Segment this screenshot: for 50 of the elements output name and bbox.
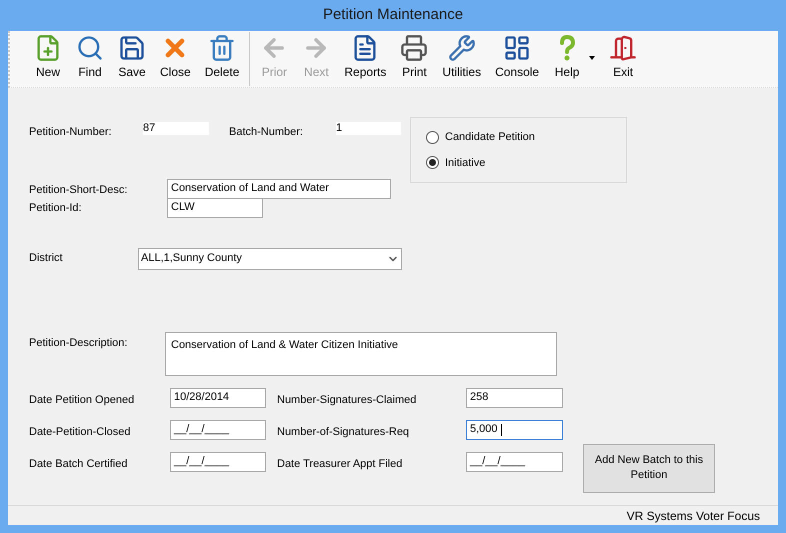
wrench-icon xyxy=(448,34,476,62)
toolbar-button[interactable]: Reports xyxy=(338,32,392,86)
batch-number-field[interactable]: 1 xyxy=(336,122,401,135)
field-label: Number-of-Signatures-Req xyxy=(277,424,410,440)
door-icon xyxy=(609,34,638,62)
field-label: District xyxy=(29,251,64,266)
radio-option[interactable]: Candidate Petition xyxy=(426,129,535,146)
dashboard-icon xyxy=(503,34,532,62)
field-label: Date-Petition-Closed xyxy=(29,424,132,440)
district-dropdown[interactable]: ALL,1,Sunny County xyxy=(138,248,402,270)
field-label: Batch-Number: xyxy=(229,125,304,140)
window-title: Petition Maintenance xyxy=(322,5,464,26)
status-bar: VR Systems Voter Focus xyxy=(8,505,778,525)
toolbar-button[interactable]: Delete xyxy=(198,32,246,86)
radio-option[interactable]: Initiative xyxy=(426,154,486,171)
input-field[interactable]: 5,000 xyxy=(466,420,563,440)
field-label: Petition-Description: xyxy=(29,336,128,350)
search-icon xyxy=(76,34,104,62)
input-field[interactable]: Conservation of Land and Water xyxy=(167,178,391,198)
printer-icon xyxy=(400,34,428,62)
petition-number-field[interactable]: 87 xyxy=(143,122,209,135)
description-field[interactable]: Conservation of Land & Water Citizen Initiative xyxy=(165,332,557,376)
field-label: Date Batch Certified xyxy=(29,456,128,472)
toolbar-button[interactable]: Utilities xyxy=(436,32,488,86)
toolbar-button[interactable]: Exit xyxy=(603,32,644,86)
toolbar-button[interactable]: Console xyxy=(489,32,546,86)
field-label: Petition-Short-Desc: xyxy=(29,182,128,198)
toolbar-button[interactable]: Close xyxy=(154,32,197,86)
add-batch-button[interactable]: Add New Batch to this Petition xyxy=(583,444,715,492)
toolbar-button[interactable]: Print xyxy=(394,32,434,86)
input-field[interactable]: 10/28/2014 xyxy=(170,388,266,408)
input-field[interactable]: __/__/____ xyxy=(170,452,266,472)
input-field[interactable]: CLW xyxy=(167,198,263,218)
trash-icon xyxy=(208,34,236,62)
input-field[interactable]: __/__/____ xyxy=(466,452,563,472)
field-label: Number-Signatures-Claimed xyxy=(277,392,418,408)
field-label: Petition-Number: xyxy=(29,125,113,140)
toolbar-button[interactable]: Save xyxy=(112,32,152,86)
radio-button[interactable] xyxy=(426,156,439,170)
field-label: Date Petition Opened xyxy=(29,392,136,408)
text-cursor xyxy=(500,424,502,436)
input-field[interactable]: __/__/____ xyxy=(170,420,266,440)
toolbar-button[interactable]: Help xyxy=(547,32,602,86)
input-field[interactable]: 258 xyxy=(466,388,563,408)
field-label: Petition-Id: xyxy=(29,200,83,216)
field-label: Date Treasurer Appt Filed xyxy=(277,456,404,472)
toolbar-button[interactable]: Find xyxy=(70,32,110,86)
radio-button[interactable] xyxy=(426,130,439,144)
dropdown-arrow-icon xyxy=(589,56,596,60)
toolbar-button[interactable]: New xyxy=(28,32,68,86)
